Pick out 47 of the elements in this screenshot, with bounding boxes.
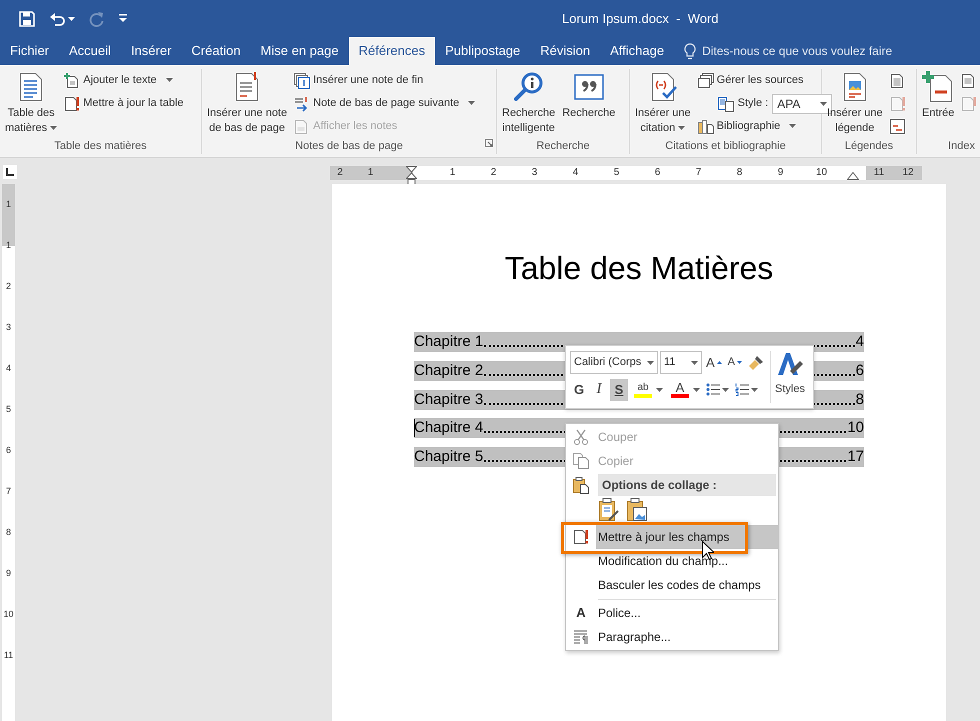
letter-icon: A bbox=[576, 603, 586, 623]
ruler-number: 7 bbox=[694, 166, 702, 180]
ruler-number: 11 bbox=[4, 648, 14, 662]
style-label: Style : bbox=[738, 96, 768, 112]
page-number: 8 bbox=[856, 390, 864, 410]
ruler-number: 2 bbox=[6, 280, 11, 293]
ruler-number: 6 bbox=[6, 444, 11, 457]
ruler-number: 4 bbox=[6, 362, 11, 375]
group-label: Citations et bibliographie bbox=[665, 139, 786, 154]
ruler-number: 10 bbox=[814, 166, 828, 180]
ruler-number: 3 bbox=[530, 166, 538, 180]
ruler-number: 12 bbox=[901, 166, 915, 180]
ruler-number: 8 bbox=[736, 166, 744, 180]
window-title: Lorum Ipsum.docx - Word bbox=[562, 10, 719, 28]
ruler-number: 5 bbox=[6, 402, 11, 416]
document-title: Table des Matières bbox=[504, 249, 774, 288]
ruler-number: 5 bbox=[612, 166, 620, 180]
ruler-number: 1 bbox=[448, 166, 456, 180]
ruler-number: 1 bbox=[6, 238, 11, 252]
entry-title: Chapitre 2 bbox=[414, 360, 484, 381]
page-number: 4 bbox=[856, 332, 864, 352]
page-number: 10 bbox=[847, 418, 864, 438]
page-number: 17 bbox=[847, 447, 864, 468]
page-number: 6 bbox=[856, 360, 864, 381]
ruler-number: 1 bbox=[366, 166, 374, 180]
ruler-number: 2 bbox=[336, 166, 344, 180]
entry-title: Chapitre 3 bbox=[414, 390, 484, 410]
entry-title: Chapitre 4 bbox=[414, 418, 484, 438]
ruler-number: 3 bbox=[6, 320, 11, 334]
ruler-number: 6 bbox=[654, 166, 662, 180]
ruler-number: 11 bbox=[872, 166, 886, 180]
section-header: Options de collage : bbox=[598, 474, 776, 496]
entry-title: Chapitre 5 bbox=[414, 447, 484, 468]
group-label: Index bbox=[948, 139, 975, 154]
ruler-number: 1 bbox=[6, 198, 11, 211]
group-label: Notes de bas de page bbox=[295, 139, 403, 154]
ruler-number: 9 bbox=[6, 566, 11, 580]
group-label: Légendes bbox=[844, 139, 894, 154]
ruler-number: 10 bbox=[3, 608, 14, 621]
ruler-number: 8 bbox=[6, 526, 11, 539]
entry-title: Chapitre 1 bbox=[414, 332, 484, 352]
ruler-number: 9 bbox=[776, 166, 784, 180]
ruler-number: 7 bbox=[6, 484, 11, 498]
ruler-number: 4 bbox=[572, 166, 580, 180]
ruler-number: 2 bbox=[490, 166, 498, 180]
group-label: Recherche bbox=[536, 139, 590, 154]
group-label: Table des matières bbox=[54, 139, 147, 154]
